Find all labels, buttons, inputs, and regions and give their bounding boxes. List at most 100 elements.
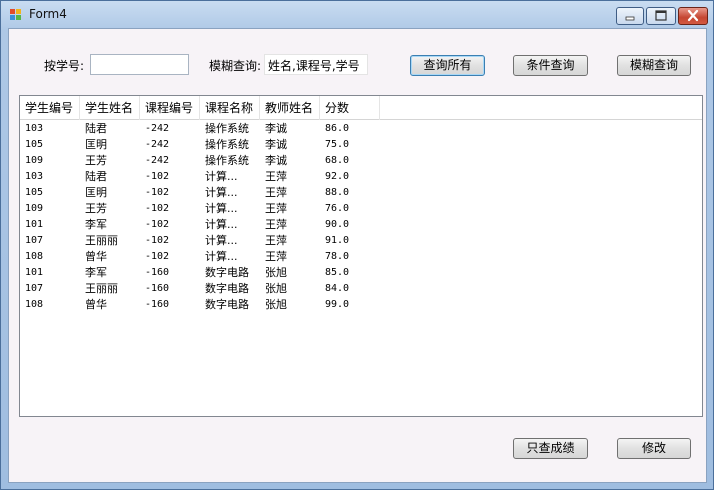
table-cell: 76.0 [325, 203, 350, 214]
table-cell: -102 [145, 187, 170, 198]
form-client-area: 按学号: 模糊查询: 姓名,课程号,学号 查询所有 条件查询 模糊查询 学生编号… [8, 28, 707, 483]
table-cell: 108 [25, 299, 44, 310]
column-header-course-id[interactable]: 课程编号 [140, 96, 200, 120]
table-cell: 92.0 [325, 171, 350, 182]
table-row[interactable]: 103 陆君 -102 计算... 王萍 92.0 [20, 169, 360, 185]
table-cell: 91.0 [325, 235, 350, 246]
table-cell: 王萍 [265, 202, 287, 215]
student-id-label: 按学号: [44, 59, 85, 73]
table-cell: 李军 [85, 218, 107, 231]
column-header-student-name[interactable]: 学生姓名 [80, 96, 140, 120]
table-cell: 王萍 [265, 186, 287, 199]
table-row[interactable]: 105 匡明 -242 操作系统 李诚 75.0 [20, 137, 360, 153]
column-header-teacher-name[interactable]: 教师姓名 [260, 96, 320, 120]
grid-header: 学生编号 学生姓名 课程编号 课程名称 教师姓名 分数 [20, 96, 702, 120]
fuzzy-query-label: 模糊查询: [209, 59, 262, 73]
student-id-input[interactable] [90, 54, 189, 75]
table-cell: 操作系统 [205, 154, 249, 167]
fuzzy-query-button[interactable]: 模糊查询 [617, 55, 691, 76]
table-cell: 曾华 [85, 298, 107, 311]
query-all-button[interactable]: 查询所有 [410, 55, 485, 76]
table-cell: 王萍 [265, 218, 287, 231]
table-cell: 计算... [205, 186, 238, 199]
column-header-student-id[interactable]: 学生编号 [20, 96, 80, 120]
table-cell: 张旭 [265, 282, 287, 295]
maximize-button[interactable] [646, 7, 676, 25]
table-row[interactable]: 109 王芳 -102 计算... 王萍 76.0 [20, 201, 360, 217]
table-cell: -160 [145, 283, 170, 294]
table-cell: 王芳 [85, 154, 107, 167]
close-button[interactable] [678, 7, 708, 25]
table-cell: 陆君 [85, 170, 107, 183]
table-cell: -242 [145, 155, 170, 166]
close-icon [687, 9, 699, 22]
column-header-score[interactable]: 分数 [320, 96, 380, 120]
table-cell: 曾华 [85, 250, 107, 263]
table-cell: 103 [25, 123, 44, 134]
scores-only-button[interactable]: 只查成绩 [513, 438, 588, 459]
window-title: Form4 [29, 7, 67, 21]
minimize-button[interactable] [616, 7, 644, 25]
table-cell: -242 [145, 123, 170, 134]
table-cell: 108 [25, 251, 44, 262]
form-window: Form4 按学号: 模糊查询: 姓名,课程号,学号 查询所有 条件查询 模糊查… [0, 0, 714, 490]
table-cell: 匡明 [85, 186, 107, 199]
table-cell: 78.0 [325, 251, 350, 262]
table-cell: 计算... [205, 250, 238, 263]
table-cell: 王丽丽 [85, 282, 118, 295]
table-cell: 王萍 [265, 234, 287, 247]
table-cell: 李诚 [265, 138, 287, 151]
table-cell: -102 [145, 203, 170, 214]
table-cell: 数字电路 [205, 266, 249, 279]
table-cell: 王丽丽 [85, 234, 118, 247]
table-cell: 操作系统 [205, 138, 249, 151]
table-row[interactable]: 109 王芳 -242 操作系统 李诚 68.0 [20, 153, 360, 169]
app-icon [10, 9, 22, 21]
table-cell: 107 [25, 283, 44, 294]
table-row[interactable]: 103 陆君 -242 操作系统 李诚 86.0 [20, 121, 360, 137]
table-cell: 68.0 [325, 155, 350, 166]
table-cell: -160 [145, 267, 170, 278]
table-row[interactable]: 108 曾华 -160 数字电路 张旭 99.0 [20, 297, 360, 313]
column-header-course-name[interactable]: 课程名称 [200, 96, 260, 120]
table-row[interactable]: 101 李军 -102 计算... 王萍 90.0 [20, 217, 360, 233]
table-cell: 75.0 [325, 139, 350, 150]
table-cell: 匡明 [85, 138, 107, 151]
table-cell: 99.0 [325, 299, 350, 310]
table-row[interactable]: 107 王丽丽 -102 计算... 王萍 91.0 [20, 233, 360, 249]
table-cell: 105 [25, 187, 44, 198]
table-cell: -102 [145, 171, 170, 182]
maximize-icon [655, 10, 667, 21]
table-cell: 数字电路 [205, 298, 249, 311]
table-cell: -102 [145, 219, 170, 230]
table-cell: 数字电路 [205, 282, 249, 295]
table-row[interactable]: 108 曾华 -102 计算... 王萍 78.0 [20, 249, 360, 265]
table-cell: 86.0 [325, 123, 350, 134]
table-cell: 陆君 [85, 122, 107, 135]
conditional-query-button[interactable]: 条件查询 [513, 55, 588, 76]
edit-button[interactable]: 修改 [617, 438, 691, 459]
table-cell: 105 [25, 139, 44, 150]
title-bar[interactable]: Form4 [1, 1, 713, 29]
table-cell: 84.0 [325, 283, 350, 294]
table-cell: 张旭 [265, 266, 287, 279]
table-cell: 计算... [205, 170, 238, 183]
fuzzy-query-input[interactable]: 姓名,课程号,学号 [264, 54, 368, 75]
table-cell: 王芳 [85, 202, 107, 215]
table-cell: 103 [25, 171, 44, 182]
table-cell: -102 [145, 251, 170, 262]
table-cell: 109 [25, 155, 44, 166]
table-cell: 85.0 [325, 267, 350, 278]
scores-grid[interactable]: 学生编号 学生姓名 课程编号 课程名称 教师姓名 分数 103 陆君 -242 操作系… [19, 95, 703, 417]
table-row[interactable]: 101 李军 -160 数字电路 张旭 85.0 [20, 265, 360, 281]
table-cell: 计算... [205, 234, 238, 247]
table-cell: 李军 [85, 266, 107, 279]
minimize-icon [625, 16, 635, 21]
table-cell: 计算... [205, 218, 238, 231]
table-cell: 操作系统 [205, 122, 249, 135]
table-cell: 88.0 [325, 187, 350, 198]
table-cell: -242 [145, 139, 170, 150]
table-cell: 李诚 [265, 154, 287, 167]
table-row[interactable]: 105 匡明 -102 计算... 王萍 88.0 [20, 185, 360, 201]
table-row[interactable]: 107 王丽丽 -160 数字电路 张旭 84.0 [20, 281, 360, 297]
